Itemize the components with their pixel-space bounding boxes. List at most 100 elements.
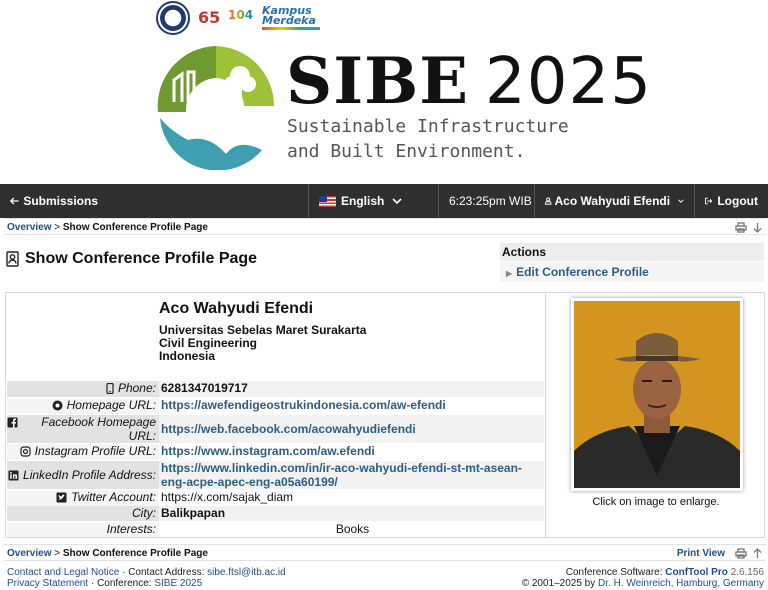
actions-panel: Actions ▶ Edit Conference Profile — [500, 243, 764, 282]
phone-value: 6281347019717 — [161, 381, 248, 395]
profile-photo-column: Click on image to enlarge. — [545, 293, 765, 537]
kampus-merdeka-logo: Kampus Merdeka — [262, 5, 320, 30]
profile-photo[interactable] — [574, 301, 740, 488]
kampus-merdeka-line2: Merdeka — [262, 14, 316, 27]
triangle-right-icon: ▶ — [506, 269, 513, 278]
user-menu[interactable]: Aco Wahyudi Efendi — [534, 184, 694, 218]
software-label: Conference Software: — [565, 567, 663, 578]
homepage-link[interactable]: https://awefendigeostrukindonesia.com/aw… — [161, 398, 446, 412]
facebook-value: https://web.facebook.com/acowahyudiefend… — [159, 415, 544, 443]
sibe-title-main: SIBE — [286, 44, 470, 119]
profile-card-icon — [6, 251, 19, 267]
submissions-nav-button[interactable]: Submissions — [0, 184, 108, 218]
anniversary-65-logo: 65 — [198, 8, 221, 27]
profile-row-homepage: Homepage URL: https://awefendigeostrukin… — [7, 398, 544, 414]
logout-label: Logout — [717, 194, 758, 208]
actions-header: Actions — [500, 243, 764, 261]
linkedin-value: https://www.linkedin.com/in/ir-aco-wahyu… — [159, 461, 544, 489]
edit-conference-profile-label: Edit Conference Profile — [516, 265, 649, 279]
facebook-icon — [7, 417, 18, 428]
twitter-label: Twitter Account: — [71, 490, 156, 504]
profile-row-linkedin: LinkedIn Profile Address: https://www.li… — [7, 461, 544, 489]
submissions-label: Submissions — [23, 194, 98, 208]
breadcrumb-separator: > — [54, 548, 61, 559]
instagram-label: Instagram Profile URL: — [34, 444, 156, 458]
sibe-subtitle: Sustainable Infrastructure and Built Env… — [287, 114, 569, 164]
profile-row-twitter: Twitter Account: https://x.com/sajak_dia… — [7, 490, 544, 506]
print-icon[interactable] — [735, 222, 747, 233]
breadcrumb-current: Show Conference Profile Page — [62, 222, 208, 233]
author-link[interactable]: Dr. H. Weinreich, Hamburg, Germany — [598, 578, 764, 589]
logout-icon — [705, 197, 713, 205]
breadcrumb-separator: > — [54, 222, 61, 233]
partner-logos: 65 104 Kampus Merdeka — [156, 0, 320, 36]
top-navbar: Submissions English 6:23:25pm WIB Aco Wa… — [0, 184, 768, 218]
conftool-link[interactable]: ConfTool Pro — [665, 567, 728, 578]
sibe-subtitle-line1: Sustainable Infrastructure — [287, 116, 569, 137]
phone-label: Phone: — [117, 381, 156, 395]
sibe-emblem-logo — [157, 46, 274, 170]
sibe-subtitle-line2: and Built Environment. — [287, 141, 526, 162]
breadcrumb-current: Show Conference Profile Page — [62, 548, 208, 559]
conference-banner: 65 104 Kampus Merdeka SIBE 2025 Sustainab… — [0, 0, 768, 184]
field-label: Twitter Account: — [7, 490, 159, 506]
arrow-up-icon[interactable] — [753, 548, 762, 559]
field-label: City: — [7, 506, 159, 521]
contact-legal-link[interactable]: Contact and Legal Notice — [7, 567, 119, 578]
field-label: Facebook Homepage URL: — [7, 415, 159, 443]
print-view-link[interactable]: Print View — [677, 545, 725, 562]
contact-email-link[interactable]: sibe.ftsl@itb.ac.id — [207, 567, 286, 578]
user-icon — [545, 197, 552, 205]
language-label: English — [341, 194, 385, 208]
current-time: 6:23:25pm WIB — [438, 184, 534, 218]
instagram-value: https://www.instagram.com/aw.efendi — [159, 444, 544, 460]
footer-dot: · — [90, 578, 95, 589]
privacy-statement-link[interactable]: Privacy Statement — [7, 578, 88, 589]
university-seal-logo — [156, 1, 190, 35]
arrow-down-icon[interactable] — [753, 222, 762, 233]
profile-name: Aco Wahyudi Efendi — [159, 300, 314, 317]
arrow-left-icon — [10, 197, 19, 205]
chevron-down-icon — [678, 199, 684, 203]
profile-card: Aco Wahyudi Efendi Universitas Sebelas M… — [5, 292, 765, 538]
linkedin-link[interactable]: https://www.linkedin.com/in/ir-aco-wahyu… — [161, 461, 522, 489]
profile-affiliation: Universitas Sebelas Maret Surakarta Civi… — [159, 324, 366, 363]
affiliation-country: Indonesia — [159, 349, 216, 363]
linkedin-label: LinkedIn Profile Address: — [23, 468, 156, 482]
field-label: Homepage URL: — [7, 398, 159, 414]
profile-row-phone: Phone: 6281347019717 — [7, 381, 544, 397]
profile-row-city: City: Balikpapan — [7, 506, 544, 521]
field-label: Instagram Profile URL: — [7, 444, 159, 460]
copyright-text: © 2001–2025 by — [521, 578, 596, 589]
kampus-merdeka-stripe — [262, 27, 320, 30]
profile-photo-frame[interactable] — [571, 298, 743, 491]
facebook-label: Facebook Homepage URL: — [41, 415, 156, 443]
chrome-icon — [52, 400, 63, 411]
us-flag-icon — [319, 195, 336, 207]
page-title: Show Conference Profile Page — [6, 250, 257, 268]
software-version: 2.6.156 — [730, 567, 764, 578]
breadcrumb-overview-link[interactable]: Overview — [7, 222, 51, 233]
instagram-link[interactable]: https://www.instagram.com/aw.efendi — [161, 444, 375, 458]
breadcrumb-tools: Print View — [677, 545, 762, 562]
print-icon[interactable] — [735, 548, 747, 559]
linkedin-icon — [8, 470, 19, 480]
language-selector[interactable]: English — [308, 184, 438, 218]
twitter-icon — [56, 492, 67, 503]
user-name-label: Aco Wahyudi Efendi — [554, 194, 671, 208]
breadcrumb-overview-link[interactable]: Overview — [7, 548, 51, 559]
conference-link[interactable]: SIBE 2025 — [154, 578, 202, 589]
facebook-link[interactable]: https://web.facebook.com/acowahyudiefend… — [161, 422, 416, 436]
breadcrumb: Overview > Show Conference Profile Page — [4, 218, 766, 235]
field-label: Phone: — [7, 381, 159, 397]
edit-conference-profile-link[interactable]: ▶ Edit Conference Profile — [500, 262, 764, 282]
logout-button[interactable]: Logout — [694, 184, 768, 218]
interests-label: Interests: — [106, 522, 156, 536]
anniversary-104-logo: 104 — [228, 8, 254, 28]
profile-row-interests: Interests: Books — [7, 522, 544, 537]
sibe-title-year: 2025 — [485, 45, 652, 119]
conference-label: Conference: — [97, 578, 152, 589]
instagram-icon — [20, 446, 31, 457]
breadcrumb-bottom: Overview > Show Conference Profile Page … — [4, 544, 766, 561]
twitter-value: https://x.com/sajak_diam — [161, 490, 294, 504]
